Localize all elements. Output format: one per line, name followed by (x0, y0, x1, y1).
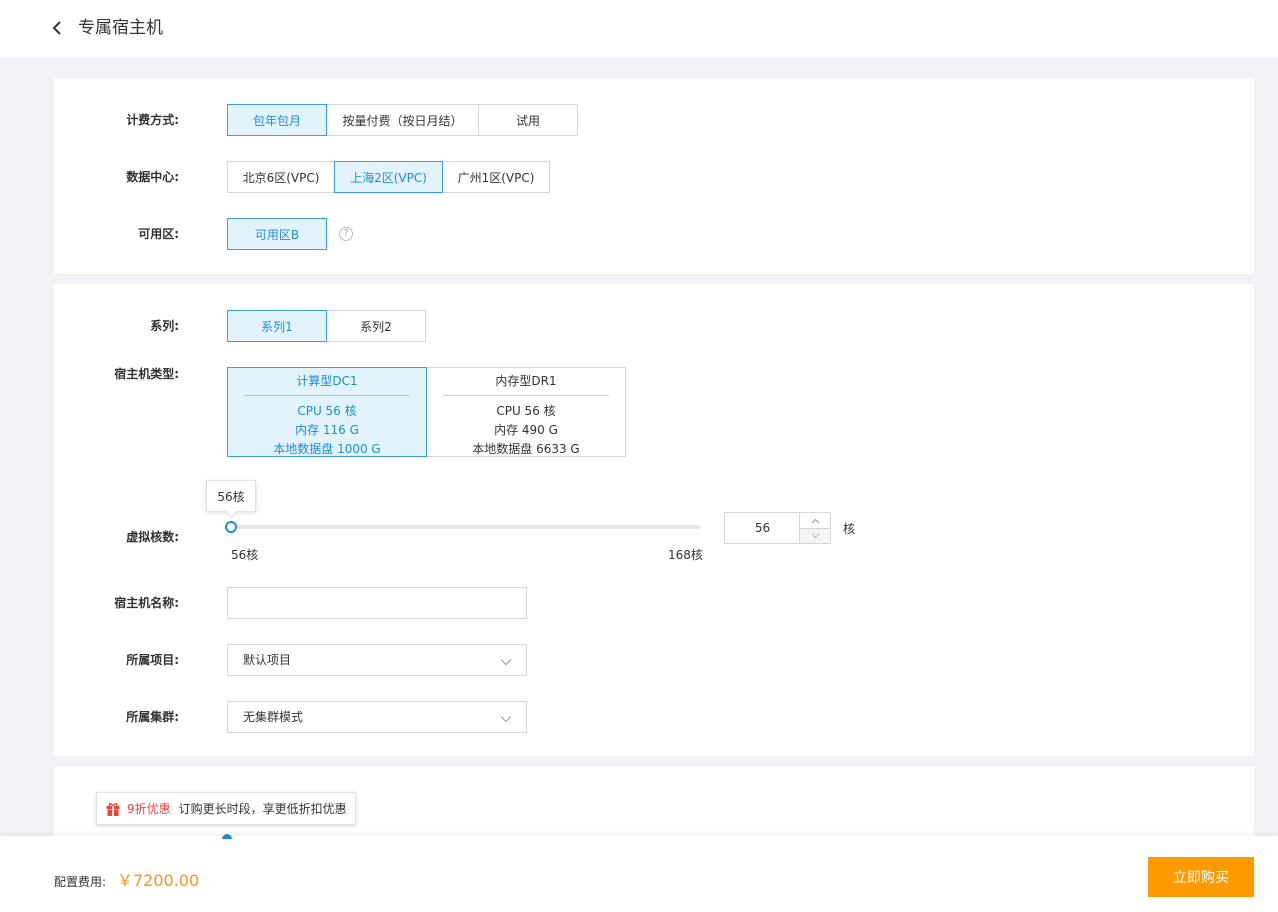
vcores-slider-handle[interactable] (225, 521, 237, 533)
series-option-2[interactable]: 系列2 (326, 310, 426, 342)
vcores-input[interactable]: 56 (725, 513, 800, 543)
datacenter-label: 数据中心: (126, 170, 179, 184)
slider-max-label: 168核 (668, 548, 703, 562)
project-label: 所属项目: (126, 653, 179, 667)
host-type-cpu: CPU 56 核 (297, 404, 357, 418)
host-type-disk: 本地数据盘 6633 G (472, 442, 580, 456)
zone-segmented: 可用区B (227, 218, 327, 250)
vcores-slider-track[interactable] (230, 525, 700, 529)
datacenter-option-beijing6[interactable]: 北京6区(VPC) (227, 161, 335, 193)
duration-slider-handle[interactable] (222, 834, 232, 839)
host-type-memory: 内存 116 G (295, 423, 359, 437)
chevron-down-icon (500, 655, 512, 669)
footer-bar: 配置费用: ￥7200.00 立即购买 (0, 836, 1278, 912)
host-type-disk: 本地数据盘 1000 G (273, 442, 381, 456)
vcores-unit: 核 (843, 522, 856, 536)
host-type-dc1-card[interactable]: 计算型DC1 CPU 56 核 内存 116 G 本地数据盘 1000 G (227, 367, 427, 457)
host-type-cpu: CPU 56 核 (496, 404, 556, 418)
fee-value: ￥7200.00 (117, 871, 200, 890)
slider-tooltip: 56核 (206, 480, 256, 512)
chevron-up-icon[interactable] (800, 513, 830, 528)
vcores-stepper: 56 (724, 512, 831, 544)
project-value: 默认项目 (243, 653, 292, 667)
host-type-memory: 内存 490 G (494, 423, 558, 437)
discount-tooltip: 9折优惠 订购更长时段，享更低折扣优惠 (96, 792, 356, 825)
divider (443, 395, 609, 396)
project-select[interactable]: 默认项目 (227, 644, 527, 676)
cluster-select[interactable]: 无集群模式 (227, 701, 527, 733)
billing-option-pay-as-you-go[interactable]: 按量付费（按日月结） (326, 104, 479, 136)
discount-text: 订购更长时段，享更低折扣优惠 (178, 802, 347, 816)
top-bar: 专属宿主机 (0, 0, 1278, 58)
series-option-1[interactable]: 系列1 (227, 310, 327, 342)
host-name-input[interactable] (227, 587, 527, 619)
slider-min-label: 56核 (231, 548, 259, 562)
vcores-label: 虚拟核数: (126, 530, 179, 544)
series-label: 系列: (150, 319, 179, 333)
discount-highlight: 9折优惠 (127, 802, 171, 816)
series-segmented: 系列1 系列2 (227, 310, 426, 342)
divider (244, 395, 410, 396)
cluster-label: 所属集群: (126, 710, 179, 724)
datacenter-segmented: 北京6区(VPC) 上海2区(VPC) 广州1区(VPC) (227, 161, 550, 193)
stepper-buttons (799, 513, 830, 543)
zone-label: 可用区: (138, 227, 179, 241)
back-arrow-icon[interactable] (50, 17, 66, 39)
host-type-name: 计算型DC1 (296, 374, 358, 388)
buy-now-button[interactable]: 立即购买 (1148, 857, 1254, 897)
datacenter-option-guangzhou1[interactable]: 广州1区(VPC) (442, 161, 550, 193)
cluster-value: 无集群模式 (243, 710, 304, 724)
page-title: 专属宿主机 (78, 18, 163, 38)
fee-label: 配置费用: (54, 875, 107, 889)
question-circle-icon[interactable]: ? (339, 227, 353, 241)
host-type-label: 宿主机类型: (114, 367, 179, 381)
basic-config-card: 计费方式: 包年包月 按量付费（按日月结） 试用 数据中心: 北京6区(VPC)… (54, 78, 1254, 274)
chevron-down-icon (500, 712, 512, 726)
chevron-down-icon[interactable] (800, 528, 830, 543)
host-name-label: 宿主机名称: (114, 596, 179, 610)
host-type-name: 内存型DR1 (495, 374, 557, 388)
billing-label: 计费方式: (126, 113, 179, 127)
billing-segmented: 包年包月 按量付费（按日月结） 试用 (227, 104, 578, 136)
datacenter-option-shanghai2[interactable]: 上海2区(VPC) (334, 161, 443, 193)
host-type-dr1-card[interactable]: 内存型DR1 CPU 56 核 内存 490 G 本地数据盘 6633 G (426, 367, 626, 457)
host-config-card: 系列: 系列1 系列2 宿主机类型: 计算型DC1 CPU 56 核 内存 11… (54, 284, 1254, 756)
billing-option-monthly[interactable]: 包年包月 (227, 104, 327, 136)
gift-icon (105, 801, 121, 817)
zone-option-b[interactable]: 可用区B (227, 218, 327, 250)
billing-option-trial[interactable]: 试用 (478, 104, 578, 136)
